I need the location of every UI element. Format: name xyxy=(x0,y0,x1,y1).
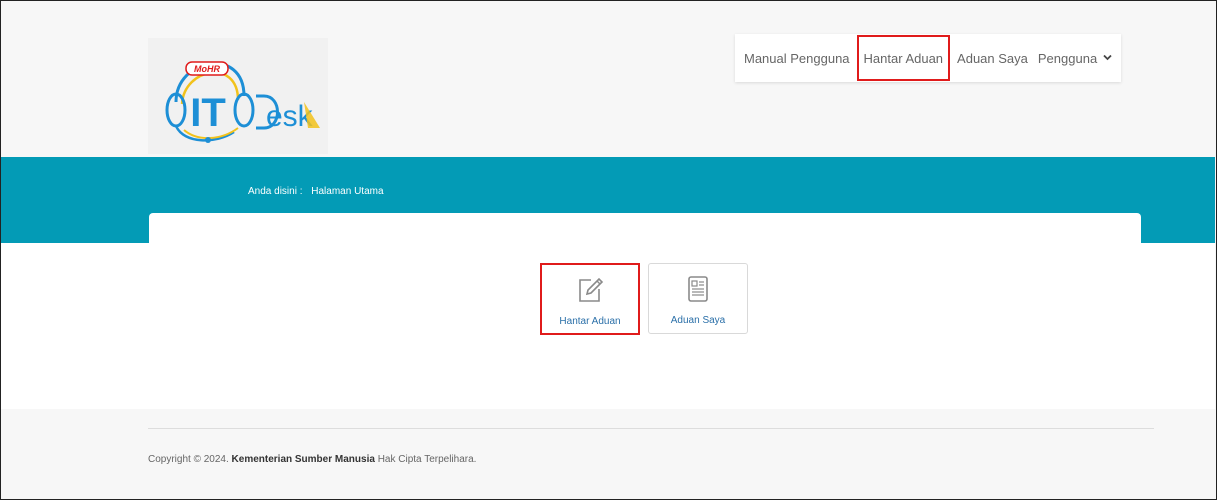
hantar-aduan-tile-label: Hantar Aduan xyxy=(559,316,621,327)
nav-hantar-aduan[interactable]: Hantar Aduan xyxy=(856,35,951,81)
nav-manual-pengguna[interactable]: Manual Pengguna xyxy=(739,34,855,82)
logo-badge-text: MoHR xyxy=(194,64,220,74)
copyright-rights: Hak Cipta Terpelihara. xyxy=(377,454,477,465)
nav-manual-pengguna-label: Manual Pengguna xyxy=(744,50,850,66)
itdesk-logo[interactable]: MoHR IT esk xyxy=(148,38,328,154)
nav-pengguna-dropdown[interactable]: Pengguna xyxy=(1033,34,1117,82)
copyright-organization: Kementerian Sumber Manusia xyxy=(231,454,375,465)
content-card xyxy=(149,213,1141,245)
logo-it-text: IT xyxy=(190,91,226,135)
breadcrumb-current[interactable]: Halaman Utama xyxy=(311,186,383,197)
nav-hantar-aduan-label: Hantar Aduan xyxy=(863,50,944,66)
footer-divider xyxy=(148,428,1154,429)
copyright-prefix: Copyright © 2024. xyxy=(148,454,229,465)
edit-icon xyxy=(575,275,605,310)
chevron-down-icon xyxy=(1103,53,1112,63)
document-icon xyxy=(683,274,713,309)
aduan-saya-tile[interactable]: Aduan Saya xyxy=(648,263,748,334)
nav-pengguna-label: Pengguna xyxy=(1037,50,1098,66)
breadcrumb: Anda disini : Halaman Utama xyxy=(248,186,390,197)
nav-aduan-saya-label: Aduan Saya xyxy=(957,50,1028,66)
copyright-text: Copyright © 2024. Kementerian Sumber Man… xyxy=(148,454,476,465)
breadcrumb-prefix: Anda disini : xyxy=(248,186,303,197)
headset-logo-icon: MoHR IT esk xyxy=(165,61,320,143)
nav-aduan-saya[interactable]: Aduan Saya xyxy=(952,34,1033,82)
hantar-aduan-tile[interactable]: Hantar Aduan xyxy=(540,263,640,335)
aduan-saya-tile-label: Aduan Saya xyxy=(670,315,726,326)
top-nav: Manual Pengguna Hantar Aduan Aduan Saya … xyxy=(735,34,1122,82)
